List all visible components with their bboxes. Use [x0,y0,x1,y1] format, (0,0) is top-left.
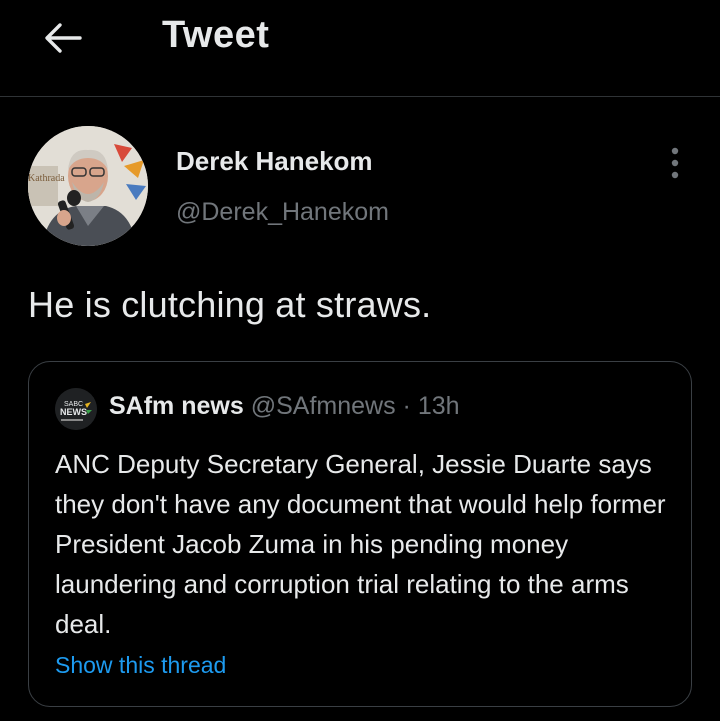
quoted-timestamp[interactable]: 13h [418,392,460,420]
quoted-tweet-header: SAfm news @SAfmnews · 13h [109,392,460,421]
quoted-author-name[interactable]: SAfm news [109,392,244,420]
quoted-author-handle[interactable]: @SAfmnews [251,392,396,420]
separator-dot: · [402,392,411,420]
show-thread-link[interactable]: Show this thread [55,652,226,679]
svg-text:NEWS: NEWS [60,407,87,417]
back-button[interactable] [40,18,84,58]
more-vertical-icon [671,147,679,179]
author-name[interactable]: Derek Hanekom [176,146,373,177]
arrow-left-icon [45,23,82,53]
top-bar: Tweet [0,0,720,97]
author-handle[interactable]: @Derek_Hanekom [176,198,389,227]
sabc-news-logo: SABC NEWS [55,388,97,430]
page-title: Tweet [162,14,270,56]
avatar-image: Kathrada [28,126,148,246]
avatar[interactable]: Kathrada [28,126,148,246]
svg-text:Kathrada: Kathrada [28,173,65,184]
more-options-button[interactable] [664,146,686,180]
quoted-tweet-text: ANC Deputy Secretary General, Jessie Dua… [55,449,666,639]
tweet-text: He is clutching at straws. [28,284,432,325]
quoted-tweet-card[interactable]: SABC NEWS SAfm news @SAfmnews · 13h ANC … [28,361,692,707]
